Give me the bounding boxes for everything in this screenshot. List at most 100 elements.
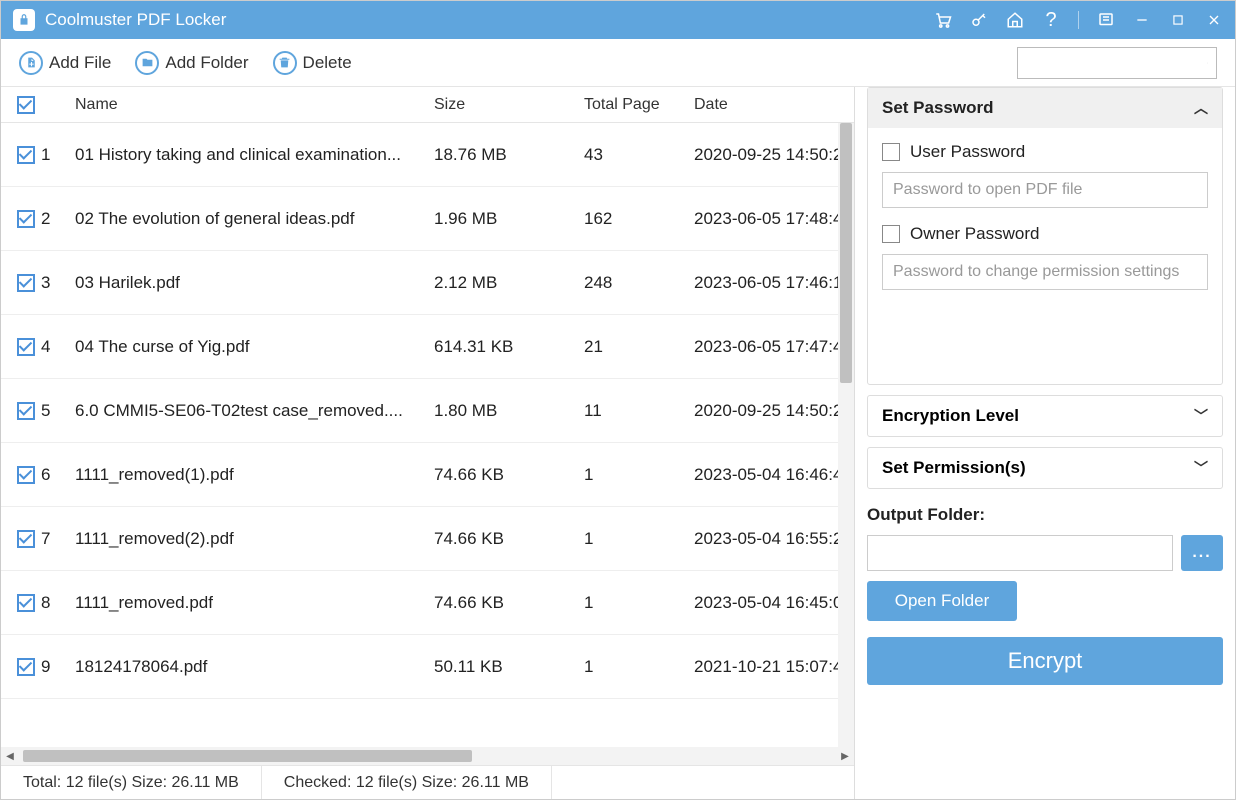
- scroll-thumb[interactable]: [840, 123, 852, 383]
- row-checkbox[interactable]: [17, 402, 35, 420]
- encryption-level-section[interactable]: Encryption Level ﹀: [867, 395, 1223, 437]
- owner-password-checkbox[interactable]: [882, 225, 900, 243]
- minimize-button[interactable]: [1133, 11, 1151, 29]
- chevron-down-icon: ﹀: [1194, 406, 1208, 426]
- add-folder-label: Add Folder: [165, 53, 248, 73]
- scroll-left-arrow[interactable]: ◀: [1, 751, 19, 762]
- add-folder-button[interactable]: Add Folder: [135, 51, 248, 75]
- file-list: Name Size Total Page Date 1 01 History t…: [1, 87, 855, 799]
- search-icon: [1207, 54, 1208, 72]
- add-file-button[interactable]: Add File: [19, 51, 111, 75]
- horizontal-scrollbar[interactable]: ◀ ▶: [1, 747, 854, 765]
- home-icon[interactable]: [1006, 11, 1024, 29]
- status-bar: Total: 12 file(s) Size: 26.11 MB Checked…: [1, 765, 854, 799]
- file-pages: 162: [584, 209, 694, 229]
- file-date: 2020-09-25 14:50:2: [694, 401, 854, 421]
- col-date[interactable]: Date: [694, 96, 854, 114]
- file-size: 74.66 KB: [434, 529, 584, 549]
- chevron-down-icon: ﹀: [1194, 458, 1208, 478]
- set-permissions-label: Set Permission(s): [882, 458, 1026, 478]
- row-checkbox[interactable]: [17, 658, 35, 676]
- row-checkbox[interactable]: [17, 466, 35, 484]
- file-date: 2023-05-04 16:45:0: [694, 593, 854, 613]
- set-permissions-section[interactable]: Set Permission(s) ﹀: [867, 447, 1223, 489]
- help-icon[interactable]: ?: [1042, 11, 1060, 29]
- chevron-up-icon: ︿: [1194, 98, 1208, 118]
- table-row[interactable]: 4 04 The curse of Yig.pdf 614.31 KB 21 2…: [1, 315, 854, 379]
- row-index: 4: [41, 337, 53, 357]
- table-row[interactable]: 1 01 History taking and clinical examina…: [1, 123, 854, 187]
- col-size[interactable]: Size: [434, 96, 584, 114]
- file-name: 04 The curse of Yig.pdf: [65, 337, 434, 357]
- row-checkbox[interactable]: [17, 530, 35, 548]
- output-folder-input[interactable]: [867, 535, 1173, 571]
- table-row[interactable]: 2 02 The evolution of general ideas.pdf …: [1, 187, 854, 251]
- encryption-level-label: Encryption Level: [882, 406, 1019, 426]
- file-date: 2023-06-05 17:48:4: [694, 209, 854, 229]
- file-name: 01 History taking and clinical examinati…: [65, 145, 434, 165]
- file-date: 2023-05-04 16:46:4: [694, 465, 854, 485]
- search-input[interactable]: [1026, 55, 1207, 71]
- row-checkbox[interactable]: [17, 146, 35, 164]
- status-checked: Checked: 12 file(s) Size: 26.11 MB: [262, 766, 552, 799]
- set-password-section: Set Password ︿ User Password Owner Passw…: [867, 87, 1223, 385]
- file-name: 02 The evolution of general ideas.pdf: [65, 209, 434, 229]
- table-row[interactable]: 3 03 Harilek.pdf 2.12 MB 248 2023-06-05 …: [1, 251, 854, 315]
- file-date: 2020-09-25 14:50:2: [694, 145, 854, 165]
- search-box[interactable]: [1017, 47, 1217, 79]
- file-size: 74.66 KB: [434, 465, 584, 485]
- row-index: 9: [41, 657, 53, 677]
- user-password-checkbox[interactable]: [882, 143, 900, 161]
- owner-password-input[interactable]: [882, 254, 1208, 290]
- table-row[interactable]: 9 18124178064.pdf 50.11 KB 1 2021-10-21 …: [1, 635, 854, 699]
- row-checkbox[interactable]: [17, 338, 35, 356]
- titlebar: Coolmuster PDF Locker ?: [1, 1, 1235, 39]
- file-name: 6.0 CMMI5-SE06-T02test case_removed....: [65, 401, 434, 421]
- table-row[interactable]: 5 6.0 CMMI5-SE06-T02test case_removed...…: [1, 379, 854, 443]
- col-name[interactable]: Name: [65, 96, 434, 114]
- column-headers: Name Size Total Page Date: [1, 87, 854, 123]
- row-checkbox[interactable]: [17, 274, 35, 292]
- file-size: 614.31 KB: [434, 337, 584, 357]
- key-icon[interactable]: [970, 11, 988, 29]
- app-logo-icon: [13, 9, 35, 31]
- file-size: 1.80 MB: [434, 401, 584, 421]
- scroll-right-arrow[interactable]: ▶: [836, 751, 854, 762]
- file-pages: 11: [584, 401, 694, 421]
- file-pages: 1: [584, 657, 694, 677]
- file-name: 1111_removed(2).pdf: [65, 529, 434, 549]
- vertical-scrollbar[interactable]: [838, 123, 854, 747]
- add-folder-icon: [135, 51, 159, 75]
- browse-button[interactable]: ...: [1181, 535, 1223, 571]
- file-date: 2023-05-04 16:55:2: [694, 529, 854, 549]
- col-pages[interactable]: Total Page: [584, 96, 694, 114]
- file-date: 2023-06-05 17:47:4: [694, 337, 854, 357]
- maximize-button[interactable]: [1169, 11, 1187, 29]
- file-pages: 1: [584, 529, 694, 549]
- status-total: Total: 12 file(s) Size: 26.11 MB: [1, 766, 262, 799]
- file-pages: 21: [584, 337, 694, 357]
- row-index: 1: [41, 145, 53, 165]
- set-password-header[interactable]: Set Password ︿: [868, 88, 1222, 128]
- cart-icon[interactable]: [934, 11, 952, 29]
- close-button[interactable]: [1205, 11, 1223, 29]
- file-date: 2023-06-05 17:46:1: [694, 273, 854, 293]
- app-title: Coolmuster PDF Locker: [45, 10, 934, 30]
- user-password-input[interactable]: [882, 172, 1208, 208]
- table-row[interactable]: 7 1111_removed(2).pdf 74.66 KB 1 2023-05…: [1, 507, 854, 571]
- row-checkbox[interactable]: [17, 210, 35, 228]
- hscroll-thumb[interactable]: [23, 750, 472, 762]
- encrypt-button[interactable]: Encrypt: [867, 637, 1223, 685]
- toolbar: Add File Add Folder Delete: [1, 39, 1235, 87]
- row-index: 2: [41, 209, 53, 229]
- table-row[interactable]: 8 1111_removed.pdf 74.66 KB 1 2023-05-04…: [1, 571, 854, 635]
- feedback-icon[interactable]: [1097, 11, 1115, 29]
- file-name: 18124178064.pdf: [65, 657, 434, 677]
- open-folder-button[interactable]: Open Folder: [867, 581, 1017, 621]
- file-name: 1111_removed(1).pdf: [65, 465, 434, 485]
- row-checkbox[interactable]: [17, 594, 35, 612]
- select-all-checkbox[interactable]: [17, 96, 35, 114]
- delete-button[interactable]: Delete: [273, 51, 352, 75]
- file-pages: 1: [584, 465, 694, 485]
- table-row[interactable]: 6 1111_removed(1).pdf 74.66 KB 1 2023-05…: [1, 443, 854, 507]
